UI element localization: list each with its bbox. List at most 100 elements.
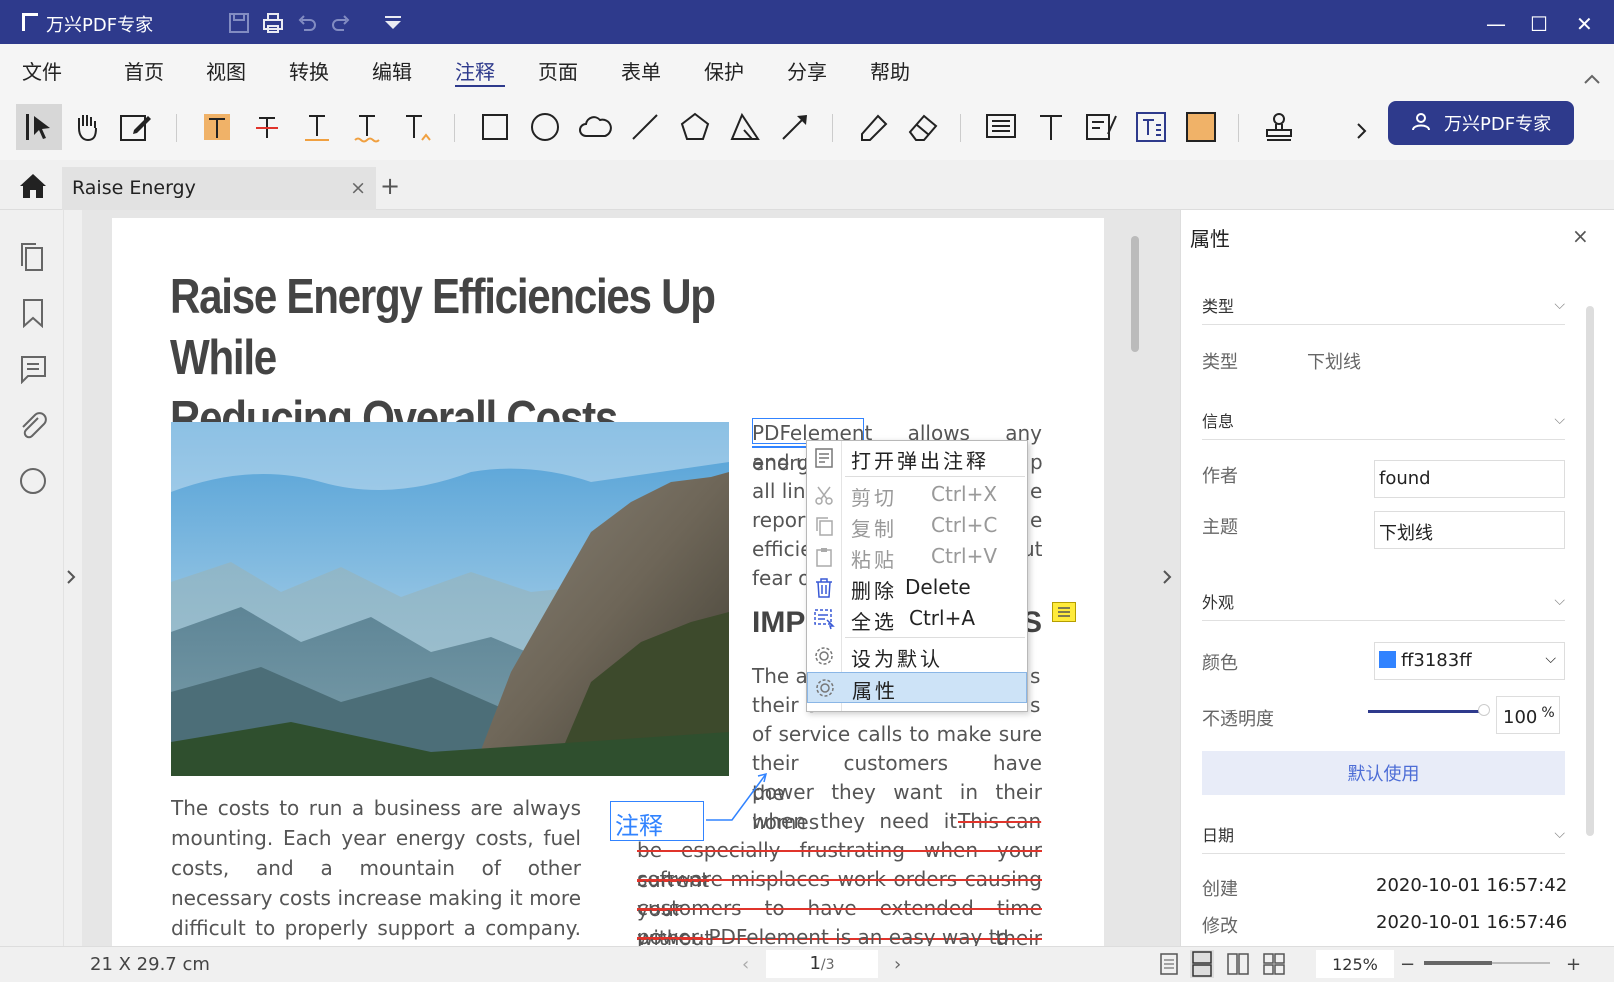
menu-file[interactable]: 文件 [22, 56, 62, 85]
close-button[interactable]: ✕ [1576, 12, 1593, 36]
body-line-6: when they need it. [752, 809, 964, 833]
opacity-slider[interactable] [1368, 710, 1484, 713]
color-select[interactable]: ff3183ff ⌵ [1374, 642, 1565, 680]
typewriter-tool[interactable] [1034, 110, 1068, 144]
grid-view-icon[interactable] [1262, 952, 1286, 976]
single-page-view-icon[interactable] [1158, 952, 1180, 976]
strikethrough-tool[interactable] [250, 110, 284, 144]
zoom-out-button[interactable]: − [1400, 954, 1415, 975]
panel-scrollbar[interactable] [1586, 306, 1594, 836]
menu-delete[interactable]: 删除 Delete [807, 573, 1027, 604]
close-tab-icon[interactable]: × [350, 177, 366, 199]
oval-tool[interactable] [528, 110, 562, 144]
search-icon[interactable] [18, 466, 48, 496]
stamp-tool[interactable] [1262, 110, 1296, 144]
rectangle-tool[interactable] [478, 110, 512, 144]
prev-page-button[interactable]: ‹ [742, 954, 749, 975]
menu-open-popup-note[interactable]: 打开弹出注释 [807, 443, 1027, 474]
menu-copy[interactable]: 复制 Ctrl+C [807, 511, 1027, 542]
home-icon[interactable] [18, 172, 48, 200]
menu-paste[interactable]: 粘贴 Ctrl+V [807, 542, 1027, 573]
toolbar-more-icon[interactable] [1356, 120, 1368, 142]
attachment-icon[interactable] [18, 410, 48, 440]
chevron-down-icon: ⌵ [1545, 651, 1556, 667]
menu-share[interactable]: 分享 [787, 56, 827, 85]
menu-set-default[interactable]: 设为默认 [807, 641, 1027, 672]
sticky-note-icon[interactable] [1052, 602, 1076, 622]
section-type-header[interactable]: 类型 ⌵ [1202, 293, 1565, 325]
insert-text-tool[interactable] [400, 110, 434, 144]
quick-access-dropdown-icon[interactable] [382, 12, 404, 34]
hand-tool[interactable] [70, 110, 104, 144]
edit-note-tool[interactable] [118, 110, 152, 144]
section-date-header[interactable]: 日期 ⌵ [1202, 822, 1565, 854]
area-highlight-tool[interactable] [1184, 110, 1218, 144]
arrow-tool[interactable] [778, 110, 812, 144]
set-default-button[interactable]: 默认使用 [1202, 751, 1565, 795]
body-line-3: of service calls to make sure [752, 722, 1042, 746]
menu-help[interactable]: 帮助 [870, 56, 910, 85]
toolbar-divider [454, 114, 455, 142]
modified-label: 修改 [1202, 916, 1238, 937]
section-appearance-header[interactable]: 外观 ⌵ [1202, 589, 1565, 621]
next-page-button[interactable]: › [894, 954, 901, 975]
menu-edit[interactable]: 编辑 [372, 56, 412, 85]
callout-box[interactable]: 注释 [610, 801, 704, 841]
continuous-view-icon[interactable] [1190, 950, 1214, 978]
author-field[interactable]: found [1374, 460, 1565, 498]
type-value: 下划线 [1307, 352, 1361, 373]
zoom-level[interactable]: 125% [1316, 950, 1394, 978]
zoom-in-button[interactable]: + [1566, 954, 1581, 975]
opacity-slider-thumb[interactable] [1478, 704, 1490, 716]
menu-page[interactable]: 页面 [538, 56, 578, 85]
squiggly-tool[interactable] [350, 110, 384, 144]
upgrade-button[interactable]: 万兴PDF专家 [1388, 101, 1574, 145]
sticky-note-tool[interactable] [984, 110, 1018, 144]
strikeout-line[interactable]: power. [637, 925, 703, 946]
bookmark-icon[interactable] [18, 298, 48, 328]
eraser-tool[interactable] [906, 110, 940, 144]
menu-select-all[interactable]: 全选 Ctrl+A [807, 604, 1027, 635]
text-box-tool[interactable] [1134, 110, 1168, 144]
two-page-view-icon[interactable] [1226, 952, 1250, 976]
section-info-header[interactable]: 信息 ⌵ [1202, 408, 1565, 440]
redo-icon[interactable] [330, 12, 352, 34]
strikeout-annotation[interactable]: This can [958, 806, 1041, 836]
menu-home[interactable]: 首页 [124, 56, 164, 85]
collapse-ribbon-icon[interactable] [1584, 74, 1600, 84]
expand-right-panel-icon[interactable] [1162, 569, 1172, 585]
underline-tool[interactable] [300, 110, 334, 144]
new-tab-button[interactable]: + [380, 172, 400, 200]
polyline-tool[interactable] [728, 110, 762, 144]
undo-icon[interactable] [296, 12, 318, 34]
menu-comment[interactable]: 注释 [455, 56, 495, 85]
document-tab[interactable]: Raise Energy × [62, 167, 376, 210]
subject-field[interactable]: 下划线 [1374, 511, 1565, 549]
maximize-button[interactable]: ☐ [1530, 12, 1548, 36]
close-panel-icon[interactable]: × [1572, 224, 1589, 248]
highlight-tool[interactable] [200, 110, 234, 144]
page-indicator[interactable]: 1/3 [766, 950, 878, 978]
opacity-input[interactable]: 100% [1496, 696, 1560, 734]
expand-left-panel-icon[interactable] [66, 569, 76, 585]
minimize-button[interactable]: — [1486, 12, 1506, 36]
menu-convert[interactable]: 转换 [289, 56, 329, 85]
save-icon[interactable] [228, 12, 250, 34]
line-tool[interactable] [628, 110, 662, 144]
print-icon[interactable] [262, 12, 284, 34]
thumbnails-icon[interactable] [18, 242, 48, 272]
menu-cut[interactable]: 剪切 Ctrl+X [807, 480, 1027, 511]
title-bar: 万兴PDF专家 — ☐ ✕ [0, 0, 1614, 44]
menu-protect[interactable]: 保护 [704, 56, 744, 85]
comments-icon[interactable] [18, 354, 48, 384]
cloud-tool[interactable] [578, 110, 612, 144]
menu-form[interactable]: 表单 [621, 56, 661, 85]
created-label: 创建 [1202, 879, 1238, 900]
menu-properties[interactable]: 属性 [807, 672, 1027, 703]
callout-tool[interactable] [1084, 110, 1118, 144]
select-tool[interactable] [16, 104, 62, 150]
pencil-tool[interactable] [856, 110, 890, 144]
polygon-tool[interactable] [678, 110, 712, 144]
vertical-scrollbar[interactable] [1131, 236, 1139, 352]
menu-view[interactable]: 视图 [206, 56, 246, 85]
